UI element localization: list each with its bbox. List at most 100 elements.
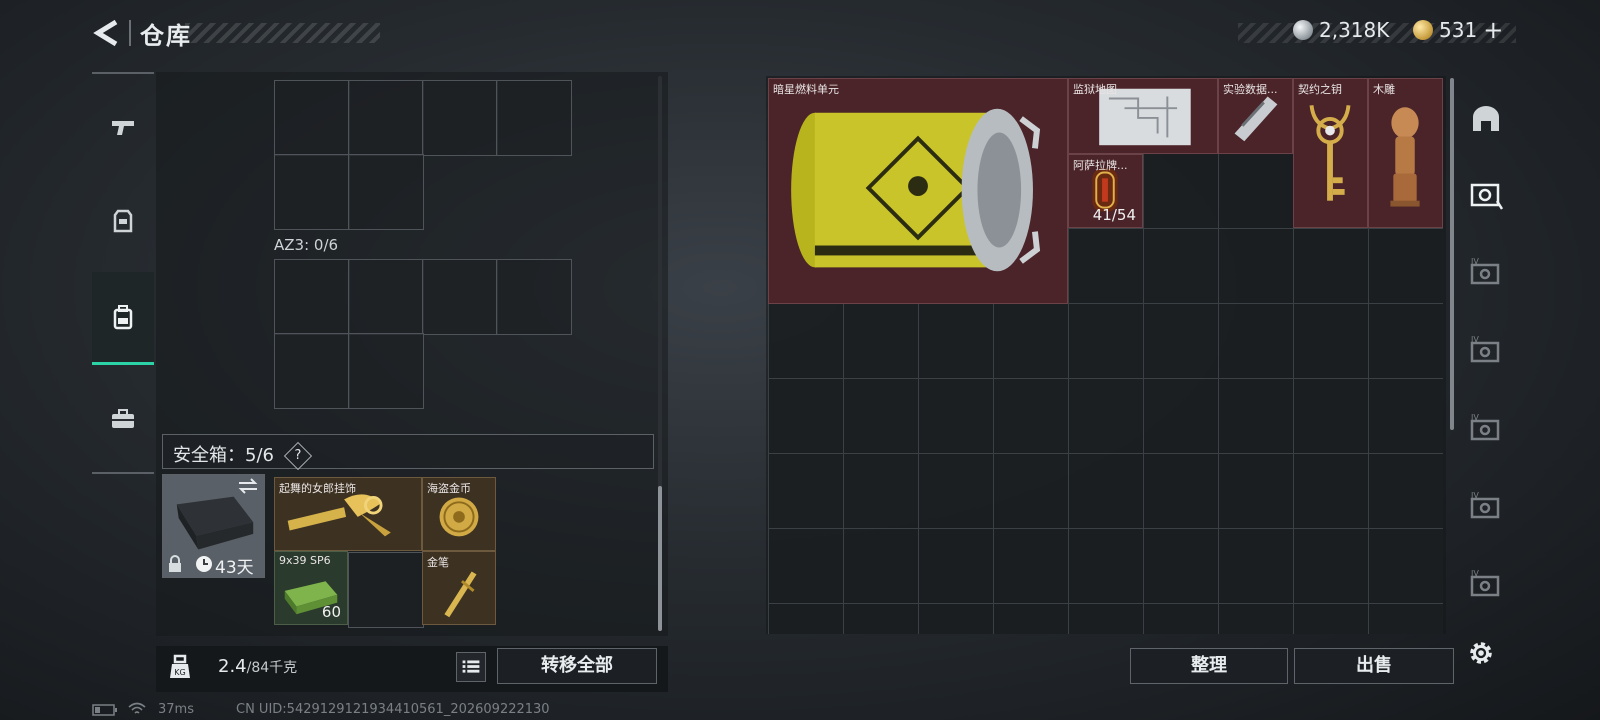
stash-grid-cell[interactable] <box>1068 603 1144 634</box>
item-asala-card[interactable]: 阿萨拉牌... 41/54 <box>1068 154 1143 228</box>
sell-button[interactable]: 出售 <box>1294 648 1454 684</box>
grid-cell[interactable] <box>274 80 350 156</box>
sort-button[interactable]: 整理 <box>1130 648 1288 684</box>
stash-grid-cell[interactable] <box>843 528 919 604</box>
stash-grid-cell[interactable] <box>993 453 1069 529</box>
stash-grid-cell[interactable] <box>1068 453 1144 529</box>
help-icon[interactable]: ? <box>283 441 312 471</box>
stash-grid-cell[interactable] <box>1293 603 1369 634</box>
add-currency-button[interactable]: + <box>1483 18 1503 42</box>
stash-grid-cell[interactable] <box>1068 303 1144 379</box>
stash-grid-cell[interactable] <box>1143 378 1219 454</box>
stash-grid-cell[interactable] <box>993 303 1069 379</box>
stash-grid-cell[interactable] <box>918 453 994 529</box>
tab-stash-5[interactable]: IV <box>1458 470 1514 544</box>
grid-cell[interactable] <box>348 154 424 230</box>
stash-grid-cell[interactable] <box>1218 378 1294 454</box>
grid-cell[interactable] <box>496 259 572 335</box>
stash-grid-cell[interactable] <box>1068 378 1144 454</box>
grid-cell[interactable] <box>348 333 424 409</box>
swap-icon[interactable] <box>237 477 259 495</box>
stash-grid-cell[interactable] <box>1143 603 1219 634</box>
stash-grid-cell[interactable] <box>768 453 844 529</box>
item-contract-key[interactable]: 契约之钥 <box>1293 78 1368 228</box>
stash-grid-cell[interactable] <box>993 528 1069 604</box>
stash-grid-cell[interactable] <box>843 378 919 454</box>
stash-grid-cell[interactable] <box>1293 528 1369 604</box>
grid-cell[interactable] <box>348 552 424 628</box>
back-icon[interactable] <box>92 18 122 48</box>
stash-grid-cell[interactable] <box>1293 453 1369 529</box>
item-dark-star-fuel-cell[interactable]: 暗星燃料单元 <box>768 78 1068 304</box>
stash-grid-cell[interactable] <box>1143 228 1219 304</box>
tab-stash-4[interactable]: IV <box>1458 392 1514 466</box>
gold-currency[interactable]: 531 + <box>1413 18 1503 42</box>
grid-cell[interactable] <box>274 333 350 409</box>
stash-grid-cell[interactable] <box>1368 303 1443 379</box>
safe-case-slot[interactable]: 43天 <box>162 474 265 578</box>
grid-cell[interactable] <box>496 80 572 156</box>
stash-grid-cell[interactable] <box>918 303 994 379</box>
stash-grid-cell[interactable] <box>1368 603 1443 634</box>
item-wood-carving[interactable]: 木雕 <box>1368 78 1443 228</box>
stash-grid-cell[interactable] <box>768 603 844 634</box>
stash-grid-cell[interactable] <box>768 528 844 604</box>
item-pirate-coin[interactable]: 海盗金币 <box>422 477 496 551</box>
tab-stash-3[interactable]: IV <box>1458 314 1514 388</box>
tab-stash-1[interactable] <box>1458 158 1514 232</box>
stash-grid-cell[interactable] <box>843 603 919 634</box>
item-ammo-9x39[interactable]: 9x39 SP6 60 <box>274 551 348 625</box>
stash-grid-cell[interactable] <box>1293 378 1369 454</box>
stash-grid-cell[interactable] <box>1143 153 1219 229</box>
list-view-button[interactable] <box>456 652 486 682</box>
transfer-all-button[interactable]: 转移全部 <box>497 648 657 684</box>
grid-cell[interactable] <box>274 259 350 335</box>
tab-stash-6[interactable]: IV <box>1458 548 1514 622</box>
safe-box-label: 安全箱：5/6 <box>173 445 274 466</box>
nav-backpack[interactable] <box>92 272 154 365</box>
grid-cell[interactable] <box>348 80 424 156</box>
stash-grid-cell[interactable] <box>993 603 1069 634</box>
item-prison-map[interactable]: 监狱地图 <box>1068 78 1218 154</box>
left-scrollbar-thumb[interactable] <box>658 486 662 631</box>
stash-scrollbar[interactable] <box>1450 78 1454 430</box>
stash-grid-cell[interactable] <box>1368 453 1443 529</box>
stash-grid-cell[interactable] <box>1368 228 1443 304</box>
stash-grid-cell[interactable] <box>1368 528 1443 604</box>
grid-cell[interactable] <box>422 259 498 335</box>
stash-grid-cell[interactable] <box>918 378 994 454</box>
stash-grid-cell[interactable] <box>1068 228 1144 304</box>
nav-weapons[interactable] <box>92 82 154 172</box>
stash-grid-cell[interactable] <box>1218 303 1294 379</box>
tab-bunker[interactable] <box>1458 82 1514 156</box>
stash-grid-cell[interactable] <box>1218 528 1294 604</box>
stash-grid-cell[interactable] <box>1143 528 1219 604</box>
stash-grid-cell[interactable] <box>1143 453 1219 529</box>
stash-grid-cell[interactable] <box>1143 303 1219 379</box>
stash-grid-cell[interactable] <box>1293 303 1369 379</box>
stash-grid-cell[interactable] <box>1218 228 1294 304</box>
stash-grid-cell[interactable] <box>768 378 844 454</box>
grid-cell[interactable] <box>348 259 424 335</box>
grid-cell[interactable] <box>274 154 350 230</box>
grid-cell[interactable] <box>422 80 498 156</box>
stash-grid-cell[interactable] <box>1218 603 1294 634</box>
item-experiment-data[interactable]: 实验数据... <box>1218 78 1293 154</box>
stash-grid-cell[interactable] <box>1218 153 1294 229</box>
item-dancing-lady-charm[interactable]: 起舞的女郎挂饰 <box>274 477 422 551</box>
nav-armor[interactable] <box>92 176 154 266</box>
stash-grid-cell[interactable] <box>918 603 994 634</box>
stash-grid-cell[interactable] <box>843 303 919 379</box>
stash-grid-cell[interactable] <box>1368 378 1443 454</box>
stash-grid-cell[interactable] <box>993 378 1069 454</box>
stash-grid-cell[interactable] <box>1068 528 1144 604</box>
item-gold-pen[interactable]: 金笔 <box>422 551 496 625</box>
stash-grid-cell[interactable] <box>918 528 994 604</box>
stash-grid-cell[interactable] <box>1218 453 1294 529</box>
nav-toolbox[interactable] <box>92 374 154 464</box>
tab-stash-2[interactable]: IV <box>1458 236 1514 310</box>
settings-button[interactable] <box>1466 638 1498 670</box>
stash-grid-cell[interactable] <box>843 453 919 529</box>
stash-grid-cell[interactable] <box>768 303 844 379</box>
stash-grid-cell[interactable] <box>1293 228 1369 304</box>
